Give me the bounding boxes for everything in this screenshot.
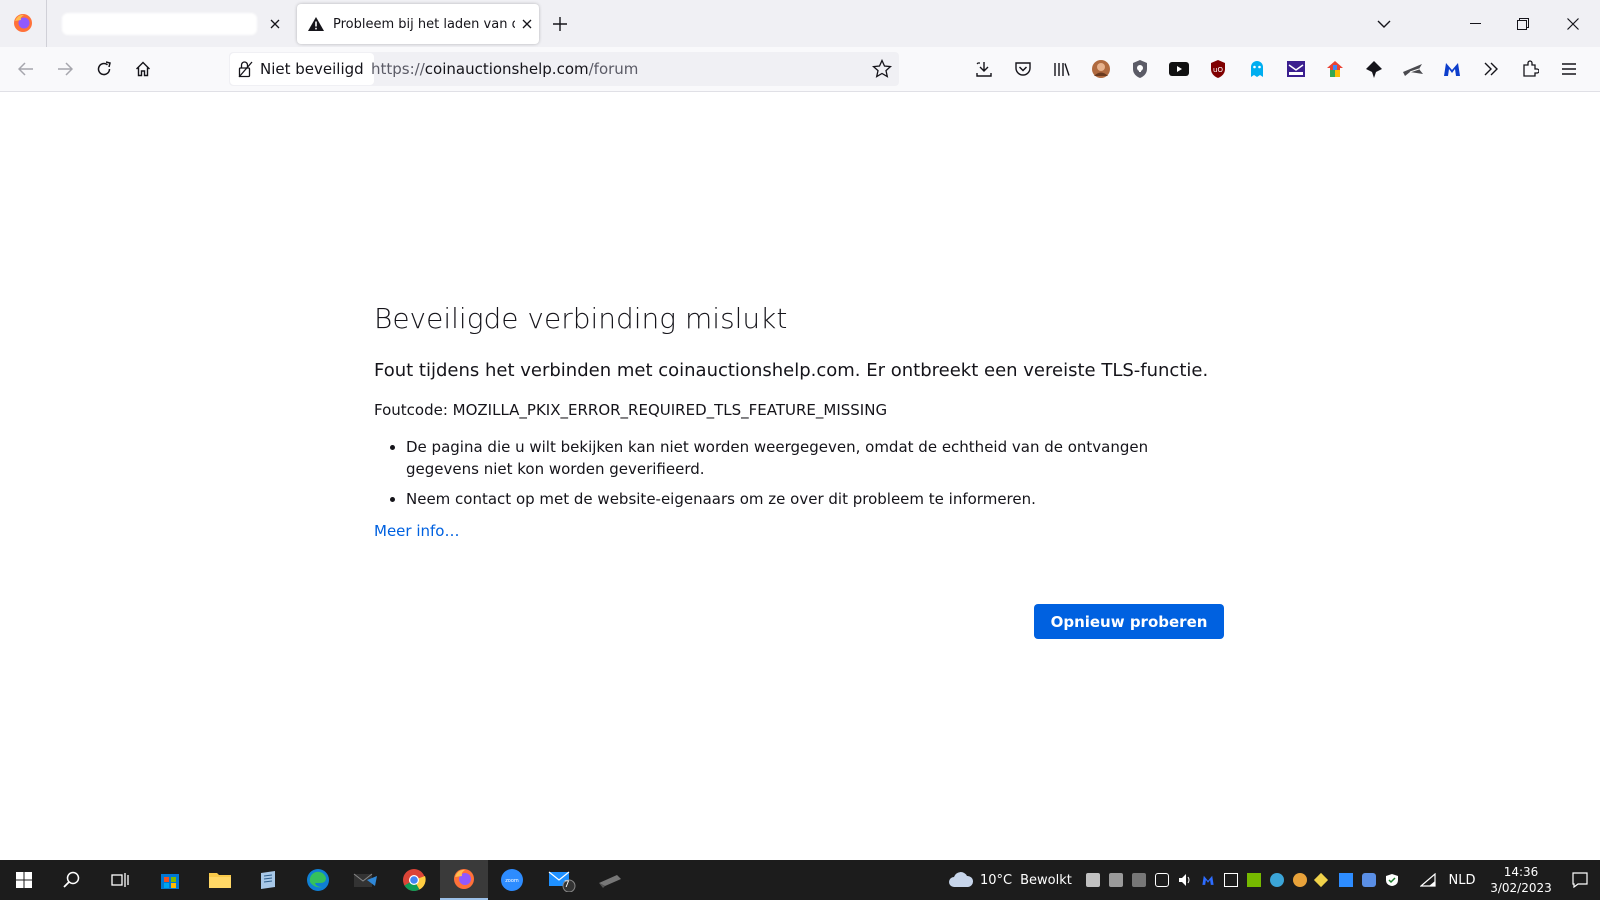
error-code: Foutcode: MOZILLA_PKIX_ERROR_REQUIRED_TL… — [374, 400, 1224, 420]
app-icon[interactable] — [586, 860, 634, 900]
close-icon[interactable] — [515, 12, 539, 36]
clock-date: 3/02/2023 — [1490, 881, 1552, 895]
error-title: Beveiligde verbinding mislukt — [374, 302, 788, 335]
close-icon[interactable] — [263, 12, 286, 36]
pocket-icon[interactable] — [1009, 55, 1037, 83]
malwarebytes-tray-icon[interactable] — [1201, 873, 1215, 887]
cloud-icon — [948, 872, 974, 888]
mail-send-icon[interactable] — [342, 860, 390, 900]
url-host: coinauctionshelp.com — [424, 60, 589, 78]
insecure-lock-icon — [238, 60, 260, 78]
ssd-icon[interactable] — [1132, 873, 1146, 887]
redacted-tab-title — [62, 13, 258, 35]
start-button[interactable] — [0, 860, 48, 900]
printer-icon[interactable] — [1109, 873, 1123, 887]
bird-extension-icon[interactable] — [1360, 55, 1388, 83]
mail-badge: 7 — [564, 880, 570, 890]
shield-extension-icon[interactable] — [1126, 55, 1154, 83]
zoom-label: zoom — [505, 878, 519, 884]
url-path: /forum — [588, 60, 639, 78]
download-icon[interactable] — [970, 55, 998, 83]
tray-app-icon[interactable] — [1086, 873, 1100, 887]
error-intro: Fout tijdens het verbinden met coinaucti… — [374, 360, 1209, 381]
list-item: Neem contact op met de website-eigenaars… — [406, 488, 1224, 510]
forward-button[interactable] — [49, 53, 81, 85]
url-bar[interactable]: Niet beveiligd https://coinauctionshelp.… — [229, 52, 899, 86]
network-app-icon[interactable] — [1270, 873, 1284, 887]
list-all-tabs-button[interactable] — [1372, 12, 1396, 36]
tray-circle-icon[interactable] — [1293, 873, 1307, 887]
url-scheme: https:// — [371, 60, 425, 78]
defender-icon[interactable] — [1385, 873, 1399, 887]
wifi-icon[interactable] — [1420, 873, 1436, 887]
library-icon[interactable] — [1048, 55, 1076, 83]
list-item: De pagina die u wilt bekijken kan niet w… — [406, 436, 1224, 480]
extensions-icon[interactable] — [1516, 55, 1544, 83]
weather-temp: 10°C — [980, 872, 1013, 888]
restore-button[interactable] — [1500, 0, 1546, 47]
new-tab-button[interactable] — [548, 12, 572, 36]
mail-icon[interactable]: 7 — [538, 860, 586, 900]
menu-icon[interactable] — [1555, 55, 1583, 83]
clock-time: 14:36 — [1503, 865, 1539, 879]
ublock-icon[interactable]: uO — [1204, 55, 1232, 83]
chrome-icon[interactable] — [390, 860, 438, 900]
notification-icon[interactable] — [1562, 860, 1598, 900]
close-window-button[interactable] — [1550, 0, 1596, 47]
tab-inactive[interactable] — [48, 4, 286, 44]
language-label: NLD — [1448, 872, 1476, 888]
ghostery-icon[interactable] — [1243, 55, 1271, 83]
tab-strip: Probleem bij het laden van de pagina — [0, 0, 1600, 47]
microsoft-store-icon[interactable] — [146, 860, 194, 900]
bookmark-star-icon[interactable] — [872, 59, 892, 79]
weather-desc: Bewolkt — [1020, 872, 1072, 888]
error-code-label: Foutcode: — [374, 401, 453, 419]
tab-divider — [46, 0, 47, 47]
identity-label: Niet beveiligd — [260, 60, 364, 78]
error-bullet-list: De pagina die u wilt bekijken kan niet w… — [374, 436, 1224, 510]
firefox-taskbar-icon[interactable] — [440, 860, 488, 900]
language-indicator[interactable]: NLD — [1444, 860, 1480, 900]
tab-active[interactable]: Probleem bij het laden van de pagina — [297, 4, 539, 44]
tab-title: Probleem bij het laden van de pagina — [333, 16, 515, 32]
back-button[interactable] — [10, 53, 42, 85]
edge-icon[interactable] — [294, 860, 342, 900]
home-button[interactable] — [127, 53, 159, 85]
firefox-view-icon[interactable] — [12, 12, 36, 36]
volume-icon[interactable] — [1178, 873, 1192, 887]
error-code-value[interactable]: MOZILLA_PKIX_ERROR_REQUIRED_TLS_FEATURE_… — [453, 401, 887, 419]
url-text[interactable]: https://coinauctionshelp.com/forum — [371, 52, 638, 86]
malwarebytes-icon[interactable] — [1438, 55, 1466, 83]
windows-taskbar: zoom 7 10°C Bewolkt NLD 14:36 3/02/2023 — [0, 860, 1600, 900]
battery-icon[interactable] — [1224, 873, 1238, 887]
meet-now-icon[interactable] — [1155, 873, 1169, 887]
try-again-button[interactable]: Opnieuw proberen — [1034, 604, 1224, 639]
bluetooth-icon[interactable] — [1362, 873, 1376, 887]
reload-button[interactable] — [88, 53, 120, 85]
site-identity-button[interactable]: Niet beveiligd — [230, 53, 374, 85]
navigation-toolbar: Niet beveiligd https://coinauctionshelp.… — [0, 47, 1600, 92]
nvidia-icon[interactable] — [1247, 873, 1261, 887]
profile-avatar-icon[interactable] — [1087, 55, 1115, 83]
pen-icon[interactable] — [1313, 872, 1329, 888]
plane-extension-icon[interactable] — [1399, 55, 1427, 83]
colorful-extension-icon[interactable] — [1321, 55, 1349, 83]
svg-text:uO: uO — [1213, 66, 1223, 74]
more-tools-icon[interactable] — [1477, 55, 1505, 83]
minimize-button[interactable] — [1452, 0, 1498, 47]
learn-more-link[interactable]: Meer info… — [374, 522, 459, 540]
zoom-icon[interactable]: zoom — [488, 860, 536, 900]
notepad-icon[interactable] — [244, 860, 292, 900]
search-icon[interactable] — [48, 860, 96, 900]
error-page: Beveiligde verbinding mislukt Fout tijde… — [374, 300, 1224, 540]
clock[interactable]: 14:36 3/02/2023 — [1484, 860, 1558, 900]
onedrive-icon[interactable] — [1339, 873, 1353, 887]
youtube-icon[interactable] — [1165, 55, 1193, 83]
weather-widget[interactable]: 10°C Bewolkt — [948, 860, 1078, 900]
file-explorer-icon[interactable] — [196, 860, 244, 900]
mail-extension-icon[interactable] — [1282, 55, 1310, 83]
warning-icon — [307, 16, 325, 32]
task-view-icon[interactable] — [96, 860, 144, 900]
